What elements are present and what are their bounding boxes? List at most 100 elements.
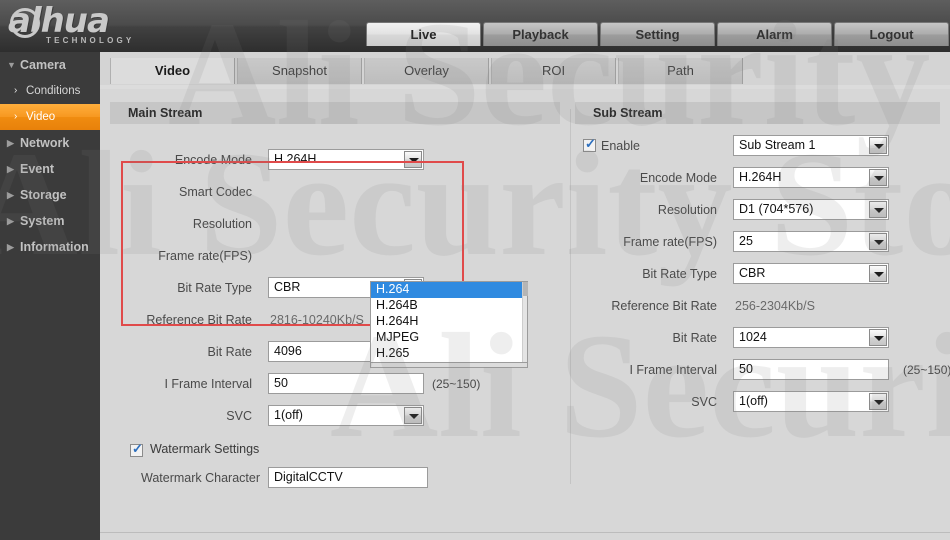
input-sub-i-frame-interval[interactable]: 50 [733,359,889,380]
select-value: Sub Stream 1 [739,138,816,152]
row-sub-reference-bit-rate: Reference Bit Rate 256-2304Kb/S [575,292,940,320]
select-value: D1 (704*576) [739,202,814,216]
tab-overlay[interactable]: Overlay [364,58,489,84]
topnav-item-alarm[interactable]: Alarm [717,22,832,46]
label-sub-reference-bit-rate: Reference Bit Rate [611,299,717,313]
field-sub-bit-rate-type: CBR [733,263,889,284]
tab-video[interactable]: Video [110,58,235,84]
field-sub-svc: 1(off) [733,391,889,412]
tab-path[interactable]: Path [618,58,743,84]
label-frame-rate: Frame rate(FPS) [158,249,252,263]
label-watermark-character: Watermark Character [140,471,260,485]
input-watermark-character[interactable]: DigitalCCTV [268,467,428,488]
sidebar-item-network[interactable]: ▶ Network [0,130,100,156]
select-main-encode-mode[interactable]: H.264H [268,149,424,170]
sidebar-item-label: Storage [20,188,67,202]
chevron-down-icon[interactable] [404,151,422,168]
field-sub-i-frame-interval: 50 [733,359,889,380]
topnav-item-setting[interactable]: Setting [600,22,715,46]
label-reference-bit-rate: Reference Bit Rate [146,313,252,327]
app-header: alhua TECHNOLOGY Live Playback Setting A… [0,0,950,52]
topnav-item-live[interactable]: Live [366,22,481,46]
sidebar-item-conditions[interactable]: › Conditions [0,78,100,104]
sidebar-item-label: Information [20,240,89,254]
label-smart-codec: Smart Codec [179,185,252,199]
chevron-right-icon: ▶ [7,242,14,252]
footer-divider [100,532,950,533]
row-sub-frame-rate: Frame rate(FPS) 25 [575,228,940,256]
dropdown-option-h264[interactable]: H.264 [371,282,527,298]
value-main-reference-bit-rate: 2816-10240Kb/S [270,313,364,327]
dropdown-option-mjpeg[interactable]: MJPEG [371,330,527,346]
field-sub-stream-select: Sub Stream 1 [733,135,889,156]
chevron-down-icon[interactable] [869,169,887,186]
tab-snapshot[interactable]: Snapshot [237,58,362,84]
row-sub-bit-rate: Bit Rate 1024 [575,324,940,352]
row-sub-i-frame-interval: I Frame Interval 50 (25~150) [575,356,950,384]
row-sub-enable: Enable Sub Stream 1 [575,132,940,160]
field-watermark-character: DigitalCCTV [268,467,428,488]
dropdown-option-h264b[interactable]: H.264B [371,298,527,314]
label-sub-frame-rate: Frame rate(FPS) [623,235,717,249]
select-value: 1(off) [274,408,303,422]
chevron-down-icon: ▼ [7,60,16,70]
hint-main-i-frame-range: (25~150) [432,377,481,391]
sidebar-item-event[interactable]: ▶ Event [0,156,100,182]
row-sub-resolution: Resolution D1 (704*576) [575,196,940,224]
select-sub-encode-mode[interactable]: H.264H [733,167,889,188]
chevron-down-icon[interactable] [869,393,887,410]
sidebar-item-system[interactable]: ▶ System [0,208,100,234]
select-sub-svc[interactable]: 1(off) [733,391,889,412]
chevron-down-icon[interactable] [869,137,887,154]
select-sub-frame-rate[interactable]: 25 [733,231,889,252]
topnav-item-playback[interactable]: Playback [483,22,598,46]
dropdown-encode-mode-list[interactable]: H.264 H.264B H.264H MJPEG H.265 [370,281,528,363]
field-svc: 1(off) [268,405,424,426]
column-divider [570,109,571,484]
select-value: H.264H [274,152,317,166]
select-value: H.264H [739,170,782,184]
checkbox-sub-enable[interactable] [583,136,596,152]
dropdown-option-h265[interactable]: H.265 [371,346,527,362]
sidebar-item-information[interactable]: ▶ Information [0,234,100,260]
dropdown-option-h264h[interactable]: H.264H [371,314,527,330]
row-main-frame-rate: Frame rate(FPS) [110,242,560,270]
chevron-down-icon[interactable] [869,329,887,346]
sidebar-item-video[interactable]: › Video [0,104,100,130]
sidebar-item-label: Event [20,162,55,176]
field-sub-encode-mode: H.264H [733,167,889,188]
dropdown-scrollbar[interactable] [522,282,528,362]
row-main-resolution: Resolution [110,210,560,238]
select-value: 4096 [274,344,302,358]
chevron-down-icon[interactable] [869,265,887,282]
select-sub-bit-rate-type[interactable]: CBR [733,263,889,284]
input-main-i-frame-interval[interactable]: 50 [268,373,424,394]
label-sub-bit-rate: Bit Rate [672,331,717,345]
main-stream-title: Main Stream [110,102,560,124]
sub-stream-title: Sub Stream [575,102,940,124]
topnav-item-logout[interactable]: Logout [834,22,949,46]
dropdown-bottom-edge [370,363,528,368]
select-sub-bit-rate[interactable]: 1024 [733,327,889,348]
select-sub-resolution[interactable]: D1 (704*576) [733,199,889,220]
tab-roi[interactable]: ROI [491,58,616,84]
sidebar-item-storage[interactable]: ▶ Storage [0,182,100,208]
row-sub-svc: SVC 1(off) [575,388,940,416]
chevron-down-icon[interactable] [869,233,887,250]
chevron-right-icon: › [14,85,18,96]
checkmark-icon [130,441,143,457]
select-sub-stream[interactable]: Sub Stream 1 [733,135,889,156]
sidebar-item-camera[interactable]: ▼ Camera [0,52,100,78]
chevron-down-icon[interactable] [404,407,422,424]
sidebar: ▼ Camera › Conditions › Video ▶ Network … [0,52,100,540]
value-sub-reference-bit-rate: 256-2304Kb/S [735,299,815,313]
chevron-down-icon[interactable] [869,201,887,218]
checkbox-watermark-settings[interactable] [130,441,143,460]
select-main-svc[interactable]: 1(off) [268,405,424,426]
sidebar-item-label: Conditions [26,85,81,97]
label-resolution: Resolution [192,217,252,231]
field-sub-frame-rate: 25 [733,231,889,252]
label-sub-svc: SVC [691,395,717,409]
settings-panel: Main Stream Encode Mode H.264H Smart Cod… [100,89,950,540]
row-watermark-character: Watermark Character DigitalCCTV [110,464,560,492]
